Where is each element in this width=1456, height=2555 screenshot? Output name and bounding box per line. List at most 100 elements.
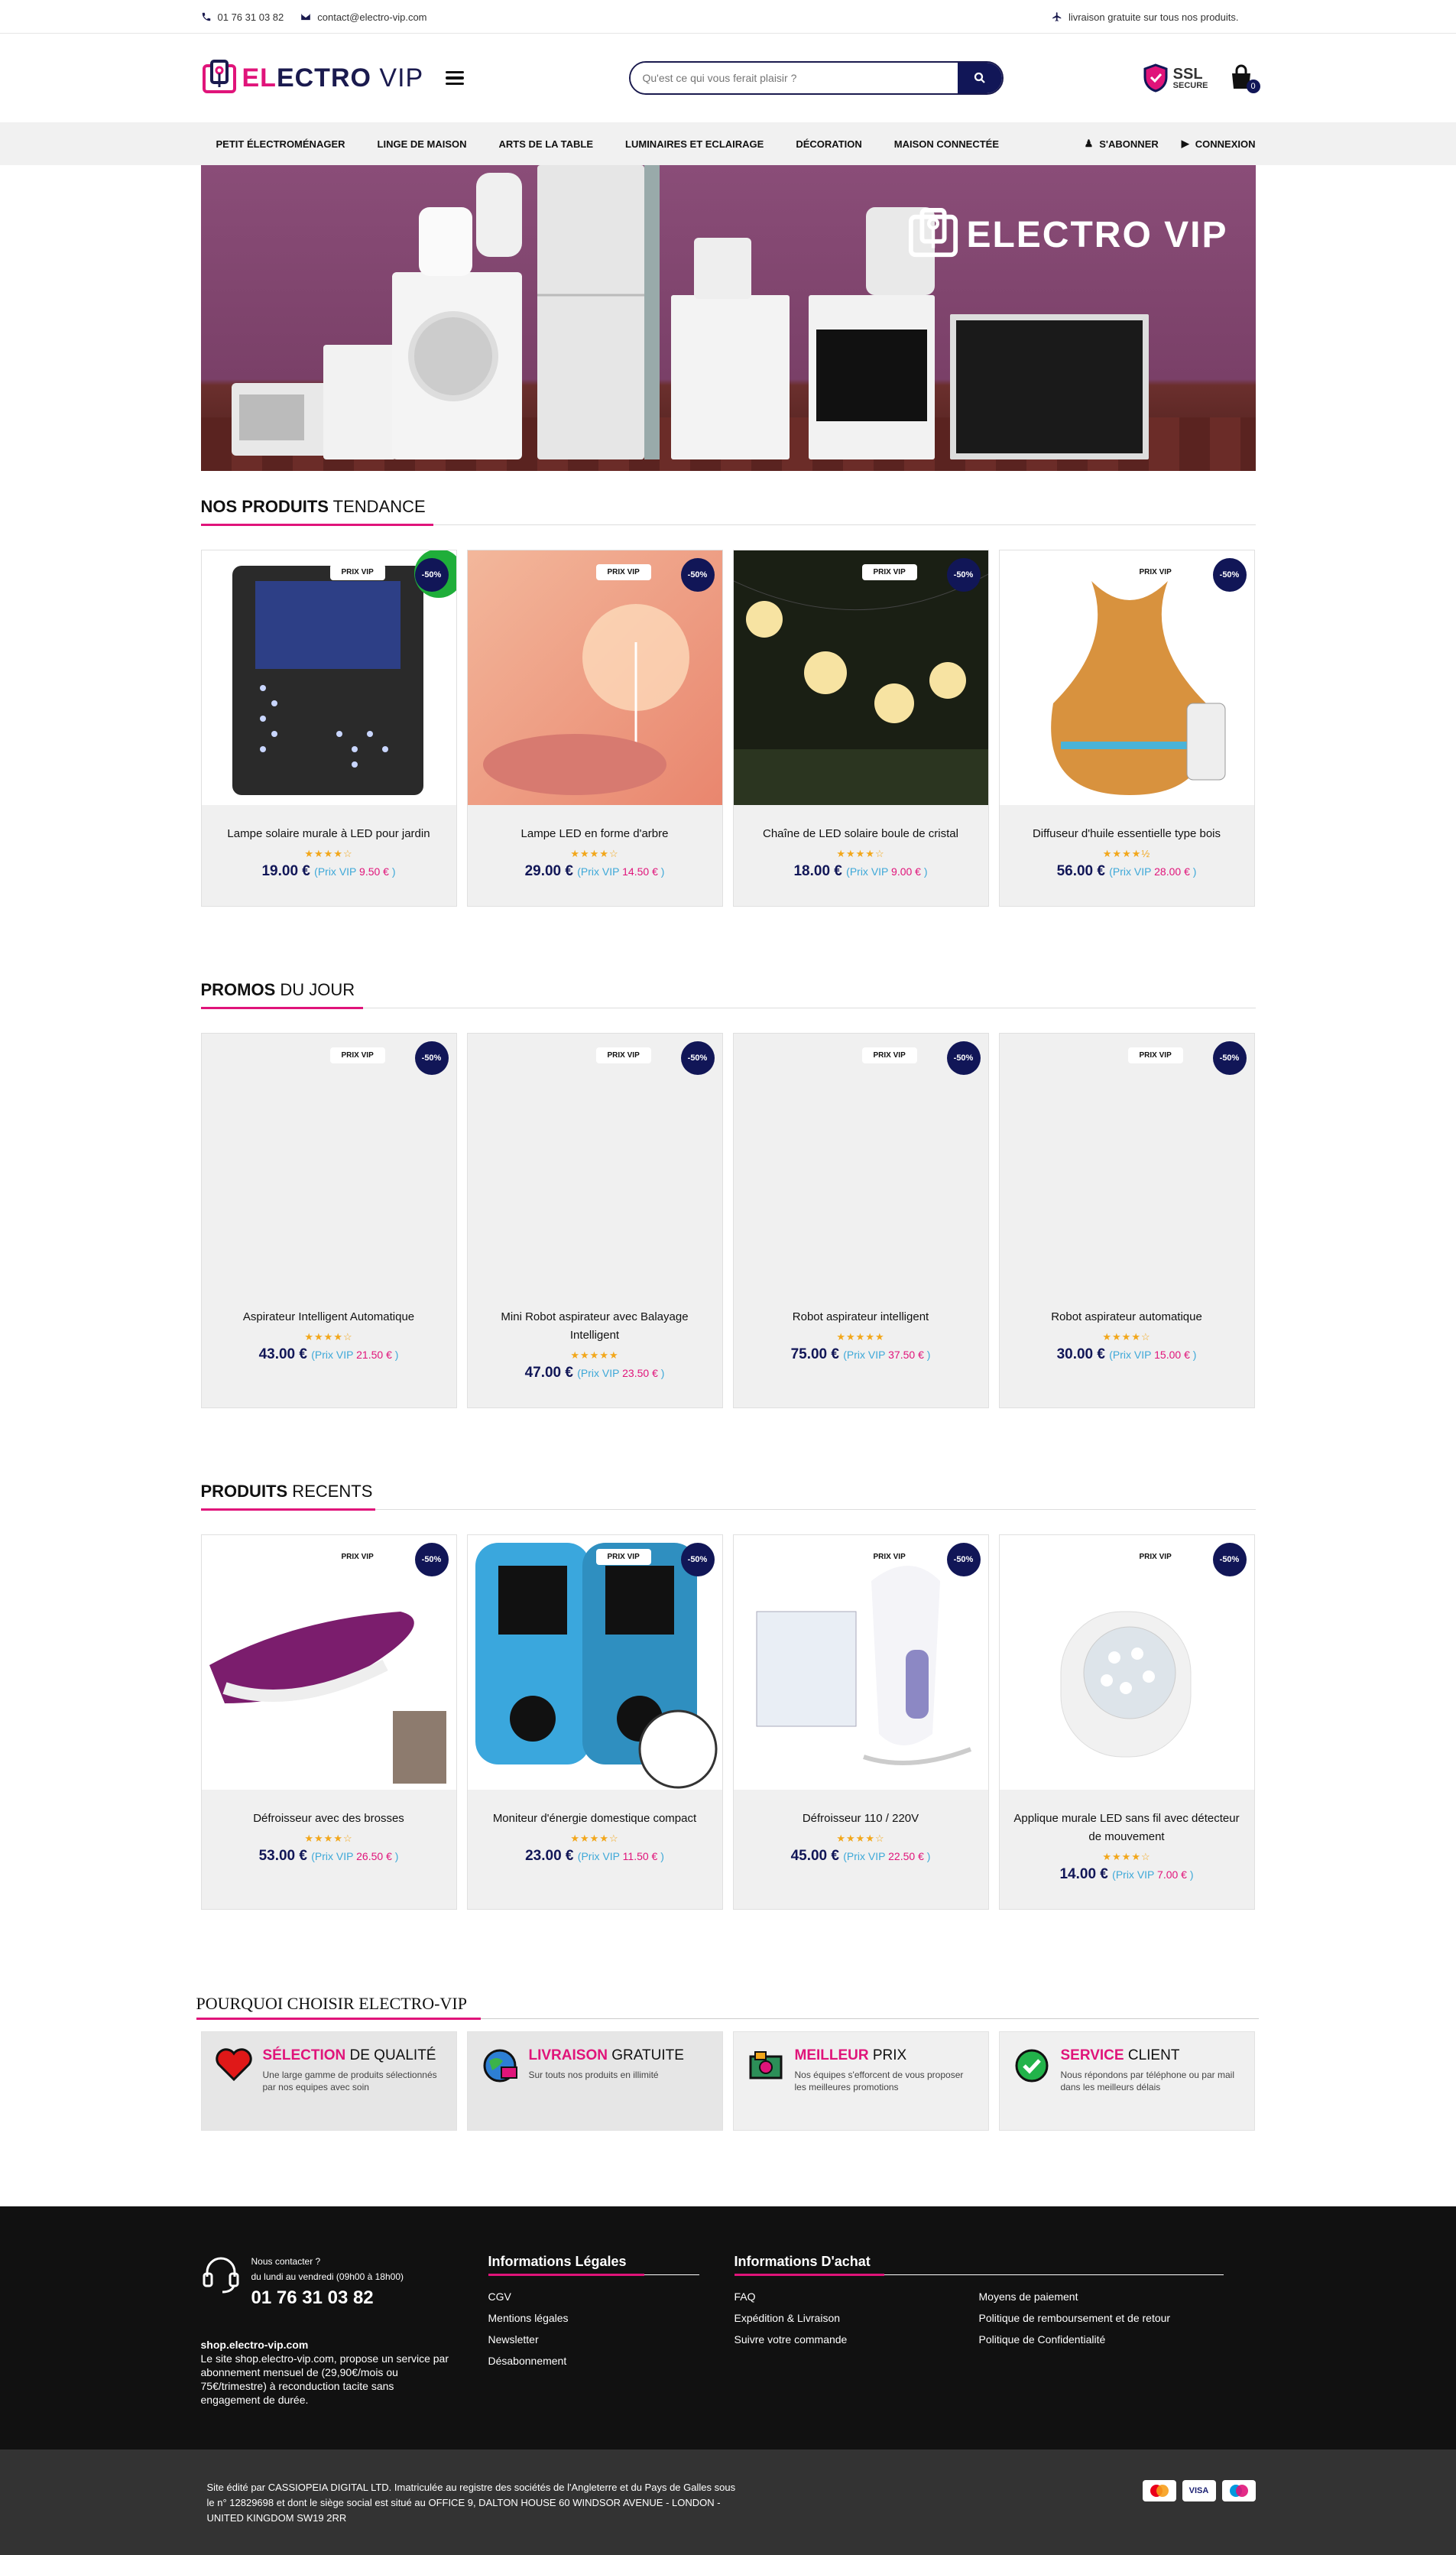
nav-item-decoration[interactable]: Décoration <box>796 138 861 150</box>
footer-link-faq[interactable]: FAQ <box>734 2286 979 2307</box>
product-card[interactable]: PRIX VIP -50% Aspirateur Intelligent Aut… <box>200 1033 457 1408</box>
product-image-wall-light <box>1060 1611 1191 1758</box>
prix-vip-badge: PRIX VIP <box>595 564 651 580</box>
product-name[interactable]: Robot aspirateur intelligent <box>744 1308 978 1326</box>
product-card[interactable]: PRIX VIP -50% Chaîne de LED solaire boul… <box>732 550 989 907</box>
footer-link-newsletter[interactable]: Newsletter <box>488 2329 734 2350</box>
product-name[interactable]: Défroisseur 110 / 220V <box>744 1810 978 1828</box>
recents-title-rest: RECENTS <box>287 1482 373 1501</box>
product-name[interactable]: Lampe solaire murale à LED pour jardin <box>212 825 446 843</box>
why-text: Nous répondons par téléphone ou par mail… <box>1060 2070 1234 2092</box>
cart-count-badge: 0 <box>1246 80 1260 93</box>
plane-icon <box>1052 12 1062 21</box>
product-card[interactable]: PRIX VIP -50% Diffuseur d'huile essentie… <box>998 550 1255 907</box>
product-name[interactable]: Moniteur d'énergie domestique compact <box>478 1810 712 1828</box>
product-name[interactable]: Lampe LED en forme d'arbre <box>478 825 712 843</box>
product-card[interactable]: PRIX VIP -50% Applique murale LED sans f… <box>998 1534 1255 1910</box>
shield-icon <box>1143 63 1168 93</box>
product-name[interactable]: Mini Robot aspirateur avec Balayage Inte… <box>478 1308 712 1345</box>
product-rating: ★★★★☆ <box>1102 1851 1151 1862</box>
product-image-placeholder: PRIX VIP -50% <box>201 1034 456 1288</box>
login-link[interactable]: ▶ Connexion <box>1182 138 1256 150</box>
site-logo[interactable]: ELECTRO VIP <box>201 60 446 96</box>
subscribe-link[interactable]: ♟ S'abonner <box>1085 138 1159 150</box>
product-name[interactable]: Chaîne de LED solaire boule de cristal <box>744 825 978 843</box>
footer-link-confidentialite[interactable]: Politique de Confidentialité <box>979 2329 1224 2350</box>
product-card[interactable]: PRIX VIP -50% Moniteur d'énergie domesti… <box>466 1534 723 1910</box>
search-input[interactable] <box>630 63 958 93</box>
search-button[interactable] <box>957 63 1002 93</box>
menu-hamburger-icon[interactable] <box>445 70 464 86</box>
product-price: 75.00 € (Prix VIP 37.50 € ) <box>744 1346 978 1363</box>
product-rating: ★★★★★ <box>836 1331 885 1342</box>
footer-buy-links-col1: FAQ Expédition & Livraison Suivre votre … <box>734 2286 979 2350</box>
play-arrow-icon: ▶ <box>1181 138 1189 149</box>
why-item: SÉLECTION DE QUALITÉ Une large gamme de p… <box>200 2031 457 2131</box>
price-value: 53.00 € <box>258 1848 307 1864</box>
footer-legal-column: Informations Légales CGV Mentions légale… <box>488 2254 734 2407</box>
hero-banner[interactable]: ELECTRO VIP <box>200 165 1256 471</box>
section-promos: PROMOS DU JOUR PRIX VIP -50% Aspirateur … <box>200 980 1256 1408</box>
footer-link-mentions[interactable]: Mentions légales <box>488 2307 734 2329</box>
footer-link-cgv[interactable]: CGV <box>488 2286 734 2307</box>
cart-button[interactable]: 0 <box>1228 64 1260 93</box>
why-item: MEILLEUR PRIX Nos équipes s'efforcent de … <box>732 2031 989 2131</box>
product-name[interactable]: Diffuseur d'huile essentielle type bois <box>1010 825 1244 843</box>
tendance-title-bold: NOS PRODUITS <box>200 497 329 516</box>
product-card[interactable]: PRIX VIP -50% Mini Robot aspirateur avec… <box>466 1033 723 1408</box>
vip-price-value: 23.50 € <box>622 1367 658 1379</box>
product-card[interactable]: PRIX VIP -50% Défroisseur avec des bross… <box>200 1534 457 1910</box>
vip-price-value: 21.50 € <box>356 1349 392 1361</box>
recents-title: PRODUITS RECENTS <box>200 1482 1256 1511</box>
banner-logo-text: ELECTRO VIP <box>966 214 1228 255</box>
product-card[interactable]: PRIX VIP -50% Robot aspirateur automatiq… <box>998 1033 1255 1408</box>
product-price: 18.00 € (Prix VIP 9.00 € ) <box>744 863 978 880</box>
maestro-icon <box>1221 2480 1256 2501</box>
tendance-title-rest: TENDANCE <box>328 497 426 516</box>
product-price: 30.00 € (Prix VIP 15.00 € ) <box>1010 1346 1244 1363</box>
why-heading-rest: DE QUALITÉ <box>345 2047 436 2063</box>
footer-contact-label: Nous contacter ? <box>251 2256 321 2267</box>
prix-vip-badge: PRIX VIP <box>1127 1047 1183 1063</box>
footer-link-paiement[interactable]: Moyens de paiement <box>979 2286 1224 2307</box>
price-value: 23.00 € <box>525 1848 574 1864</box>
footer-link-remboursement[interactable]: Politique de remboursement et de retour <box>979 2307 1224 2329</box>
envelope-icon <box>301 13 311 21</box>
vip-price-suffix: ) <box>657 1850 664 1862</box>
price-value: 30.00 € <box>1056 1346 1105 1362</box>
nav-item-arts-de-la-table[interactable]: Arts de la table <box>499 138 594 150</box>
why-item: LIVRAISON GRATUITE Sur touts nos produits… <box>466 2031 723 2131</box>
why-heading-bold: LIVRAISON <box>528 2047 608 2063</box>
product-card[interactable]: PRIX VIP -50% Lampe solaire murale à LED… <box>200 550 457 907</box>
product-name[interactable]: Applique murale LED sans fil avec détect… <box>1010 1810 1244 1846</box>
footer-bottom: Site édité par CASSIOPEIA DIGITAL LTD. I… <box>0 2449 1456 2555</box>
nav-item-maison-connectee[interactable]: Maison connectée <box>894 138 999 150</box>
headset-icon <box>203 2257 238 2294</box>
product-card[interactable]: PRIX VIP -50% Robot aspirateur intellige… <box>732 1033 989 1408</box>
product-price: 23.00 € (Prix VIP 11.50 € ) <box>478 1848 712 1865</box>
footer-link-suivre-commande[interactable]: Suivre votre commande <box>734 2329 979 2350</box>
product-name[interactable]: Aspirateur Intelligent Automatique <box>212 1308 446 1326</box>
nav-item-linge-de-maison[interactable]: Linge de maison <box>378 138 467 150</box>
product-card[interactable]: PRIX VIP -50% Défroisseur 110 / 220V ★★★… <box>732 1534 989 1910</box>
product-card[interactable]: PRIX VIP -50% Lampe LED en forme d'arbre… <box>466 550 723 907</box>
logo-text-part2: ECTRO <box>276 63 371 93</box>
topbar-phone-text: 01 76 31 03 82 <box>217 11 284 23</box>
topbar-phone[interactable]: 01 76 31 03 82 <box>201 11 284 23</box>
discount-badge: -50% <box>946 1543 981 1576</box>
footer-buy-links-col2: Moyens de paiement Politique de rembours… <box>979 2286 1224 2350</box>
nav-item-petit-electromenager[interactable]: Petit électroménager <box>216 138 345 150</box>
footer-link-expedition[interactable]: Expédition & Livraison <box>734 2307 979 2329</box>
product-name[interactable]: Défroisseur avec des brosses <box>212 1810 446 1828</box>
nav-item-luminaires[interactable]: Luminaires et eclairage <box>625 138 764 150</box>
product-name[interactable]: Robot aspirateur automatique <box>1010 1308 1244 1326</box>
prix-vip-badge: PRIX VIP <box>861 1047 917 1063</box>
why-title: POURQUOI CHOISIR ELECTRO-VIP <box>196 1994 1259 2020</box>
product-image: PRIX VIP -50% <box>733 1535 988 1790</box>
product-price: 19.00 € (Prix VIP 9.50 € ) <box>212 863 446 880</box>
topbar-email[interactable]: contact@electro-vip.com <box>300 11 427 23</box>
vip-price: (Prix VIP 14.50 € ) <box>577 865 664 878</box>
footer-link-desabonnement[interactable]: Désabonnement <box>488 2350 734 2372</box>
footer-phone[interactable]: 01 76 31 03 82 <box>251 2287 404 2309</box>
product-price: 56.00 € (Prix VIP 28.00 € ) <box>1010 863 1244 880</box>
